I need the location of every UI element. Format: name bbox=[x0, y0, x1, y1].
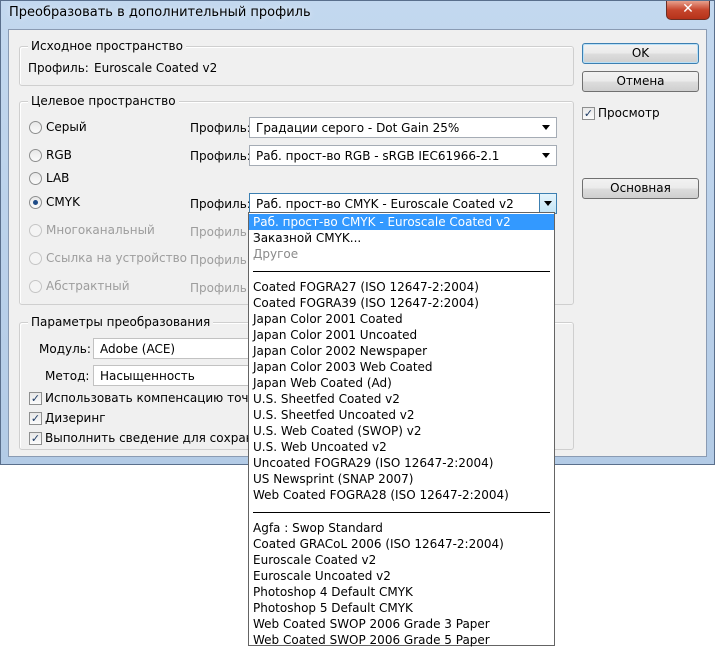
dropdown-item[interactable]: Coated FOGRA27 (ISO 12647-2:2004) bbox=[249, 279, 554, 295]
bpc-checkbox[interactable]: ✓ bbox=[29, 392, 42, 405]
dropdown-item[interactable]: Japan Color 2003 Web Coated bbox=[249, 359, 554, 375]
dropdown-item[interactable]: Japan Web Coated (Ad) bbox=[249, 375, 554, 391]
radio-cmyk[interactable] bbox=[29, 196, 42, 209]
source-profile-label: Профиль: bbox=[28, 61, 89, 75]
radio-abstract-label[interactable]: Абстрактный bbox=[46, 279, 130, 293]
rgb-profile-select[interactable]: Раб. прост-во RGB - sRGB IEC61966-2.1 bbox=[249, 145, 557, 166]
dropdown-item[interactable]: US Newsprint (SNAP 2007) bbox=[249, 471, 554, 487]
dropdown-item[interactable]: U.S. Sheetfed Coated v2 bbox=[249, 391, 554, 407]
preview-checkbox[interactable]: ✓ bbox=[582, 107, 595, 120]
radio-abstract[interactable] bbox=[29, 280, 42, 293]
gray-profile-label: Профиль: bbox=[190, 121, 251, 135]
dropdown-button[interactable] bbox=[539, 194, 556, 213]
dropdown-item[interactable]: Другое bbox=[249, 246, 554, 262]
dropdown-item[interactable]: Photoshop 5 Default CMYK bbox=[249, 600, 554, 616]
source-profile-value: Euroscale Coated v2 bbox=[94, 61, 218, 75]
radio-multichannel-label[interactable]: Многоканальный bbox=[46, 223, 155, 237]
radio-rgb[interactable] bbox=[29, 149, 42, 162]
cmyk-profile-value: Раб. прост-во CMYK - Euroscale Coated v2 bbox=[256, 197, 514, 211]
cmyk-profile-dropdown-list[interactable]: Раб. прост-во CMYK - Euroscale Coated v2… bbox=[248, 212, 555, 648]
radio-device-link-label[interactable]: Ссылка на устройство bbox=[46, 251, 187, 265]
advanced-button[interactable]: Основная bbox=[582, 178, 699, 199]
conversion-options-legend: Параметры преобразования bbox=[28, 315, 214, 329]
dropdown-item[interactable]: Coated GRACoL 2006 (ISO 12647-2:2004) bbox=[249, 536, 554, 552]
bpc-label[interactable]: Использовать компенсацию точки ч bbox=[45, 391, 274, 405]
dither-label[interactable]: Дизеринг bbox=[45, 411, 106, 425]
abstract-profile-label: Профиль: bbox=[190, 281, 251, 295]
chevron-down-icon bbox=[544, 201, 552, 206]
dropdown-item[interactable]: U.S. Sheetfed Uncoated v2 bbox=[249, 407, 554, 423]
source-space-legend: Исходное пространство bbox=[28, 39, 186, 53]
dropdown-separator bbox=[253, 512, 550, 513]
dropdown-item[interactable]: Раб. прост-во CMYK - Euroscale Coated v2 bbox=[249, 214, 554, 230]
dropdown-item[interactable]: Web Coated SWOP 2006 Grade 5 Paper bbox=[249, 632, 554, 648]
source-space-group: Исходное пространство Профиль: Euroscale… bbox=[19, 39, 574, 86]
engine-label: Модуль: bbox=[39, 342, 91, 356]
dropdown-separator bbox=[253, 271, 550, 272]
cancel-button[interactable]: Отмена bbox=[582, 71, 699, 92]
dropdown-item[interactable]: Web Coated SWOP 2006 Grade 3 Paper bbox=[249, 616, 554, 632]
radio-multichannel[interactable] bbox=[29, 224, 42, 237]
title-bar[interactable]: Преобразовать в дополнительный профиль ✕ bbox=[1, 1, 714, 27]
flatten-label[interactable]: Выполнить сведение для сохранен bbox=[45, 431, 269, 445]
preview-label[interactable]: Просмотр bbox=[598, 106, 660, 120]
device-link-profile-label: Профиль: bbox=[190, 253, 251, 267]
target-space-legend: Целевое пространство bbox=[28, 94, 179, 108]
dropdown-item[interactable]: Japan Color 2001 Uncoated bbox=[249, 327, 554, 343]
dropdown-item[interactable]: Agfa : Swop Standard bbox=[249, 520, 554, 536]
chevron-down-icon bbox=[542, 125, 550, 130]
radio-rgb-label[interactable]: RGB bbox=[46, 148, 72, 162]
dither-checkbox[interactable]: ✓ bbox=[29, 412, 42, 425]
intent-label: Метод: bbox=[45, 369, 90, 383]
cmyk-profile-label: Профиль: bbox=[190, 197, 251, 211]
dropdown-item[interactable]: Japan Color 2001 Coated bbox=[249, 311, 554, 327]
check-icon: ✓ bbox=[30, 412, 41, 425]
dropdown-item[interactable]: Euroscale Uncoated v2 bbox=[249, 568, 554, 584]
close-icon: ✕ bbox=[682, 1, 694, 17]
flatten-checkbox[interactable]: ✓ bbox=[29, 432, 42, 445]
window-title: Преобразовать в дополнительный профиль bbox=[9, 5, 311, 20]
dropdown-item[interactable]: Coated FOGRA39 (ISO 12647-2:2004) bbox=[249, 295, 554, 311]
radio-device-link[interactable] bbox=[29, 252, 42, 265]
gray-profile-select[interactable]: Градации серого - Dot Gain 25% bbox=[249, 117, 557, 138]
radio-cmyk-label[interactable]: CMYK bbox=[46, 195, 80, 209]
dropdown-item[interactable]: Photoshop 4 Default CMYK bbox=[249, 584, 554, 600]
check-icon: ✓ bbox=[583, 107, 594, 120]
radio-gray-label[interactable]: Серый bbox=[46, 120, 87, 134]
cmyk-profile-select[interactable]: Раб. прост-во CMYK - Euroscale Coated v2 bbox=[249, 193, 557, 214]
radio-lab[interactable] bbox=[29, 172, 42, 185]
dropdown-item[interactable]: Japan Color 2002 Newspaper bbox=[249, 343, 554, 359]
dropdown-item[interactable]: U.S. Web Coated (SWOP) v2 bbox=[249, 423, 554, 439]
radio-gray[interactable] bbox=[29, 121, 42, 134]
dropdown-item[interactable]: Uncoated FOGRA29 (ISO 12647-2:2004) bbox=[249, 455, 554, 471]
check-icon: ✓ bbox=[30, 392, 41, 405]
multichannel-profile-label: Профиль: bbox=[190, 225, 251, 239]
engine-select[interactable]: Adobe (ACE) bbox=[93, 338, 263, 359]
intent-value: Насыщенность bbox=[100, 369, 195, 383]
gray-profile-value: Градации серого - Dot Gain 25% bbox=[256, 121, 460, 135]
rgb-profile-value: Раб. прост-во RGB - sRGB IEC61966-2.1 bbox=[256, 149, 500, 163]
intent-select[interactable]: Насыщенность bbox=[93, 365, 263, 386]
dropdown-item[interactable]: Euroscale Coated v2 bbox=[249, 552, 554, 568]
engine-value: Adobe (ACE) bbox=[100, 342, 176, 356]
close-button[interactable]: ✕ bbox=[666, 1, 710, 20]
rgb-profile-label: Профиль: bbox=[190, 149, 251, 163]
dropdown-item[interactable]: Web Coated FOGRA28 (ISO 12647-2:2004) bbox=[249, 487, 554, 503]
dropdown-item[interactable]: Заказной CMYK... bbox=[249, 230, 554, 246]
ok-button[interactable]: OK bbox=[582, 43, 699, 64]
dropdown-item[interactable]: U.S. Web Uncoated v2 bbox=[249, 439, 554, 455]
chevron-down-icon bbox=[542, 153, 550, 158]
check-icon: ✓ bbox=[30, 432, 41, 445]
radio-lab-label[interactable]: LAB bbox=[46, 171, 69, 185]
